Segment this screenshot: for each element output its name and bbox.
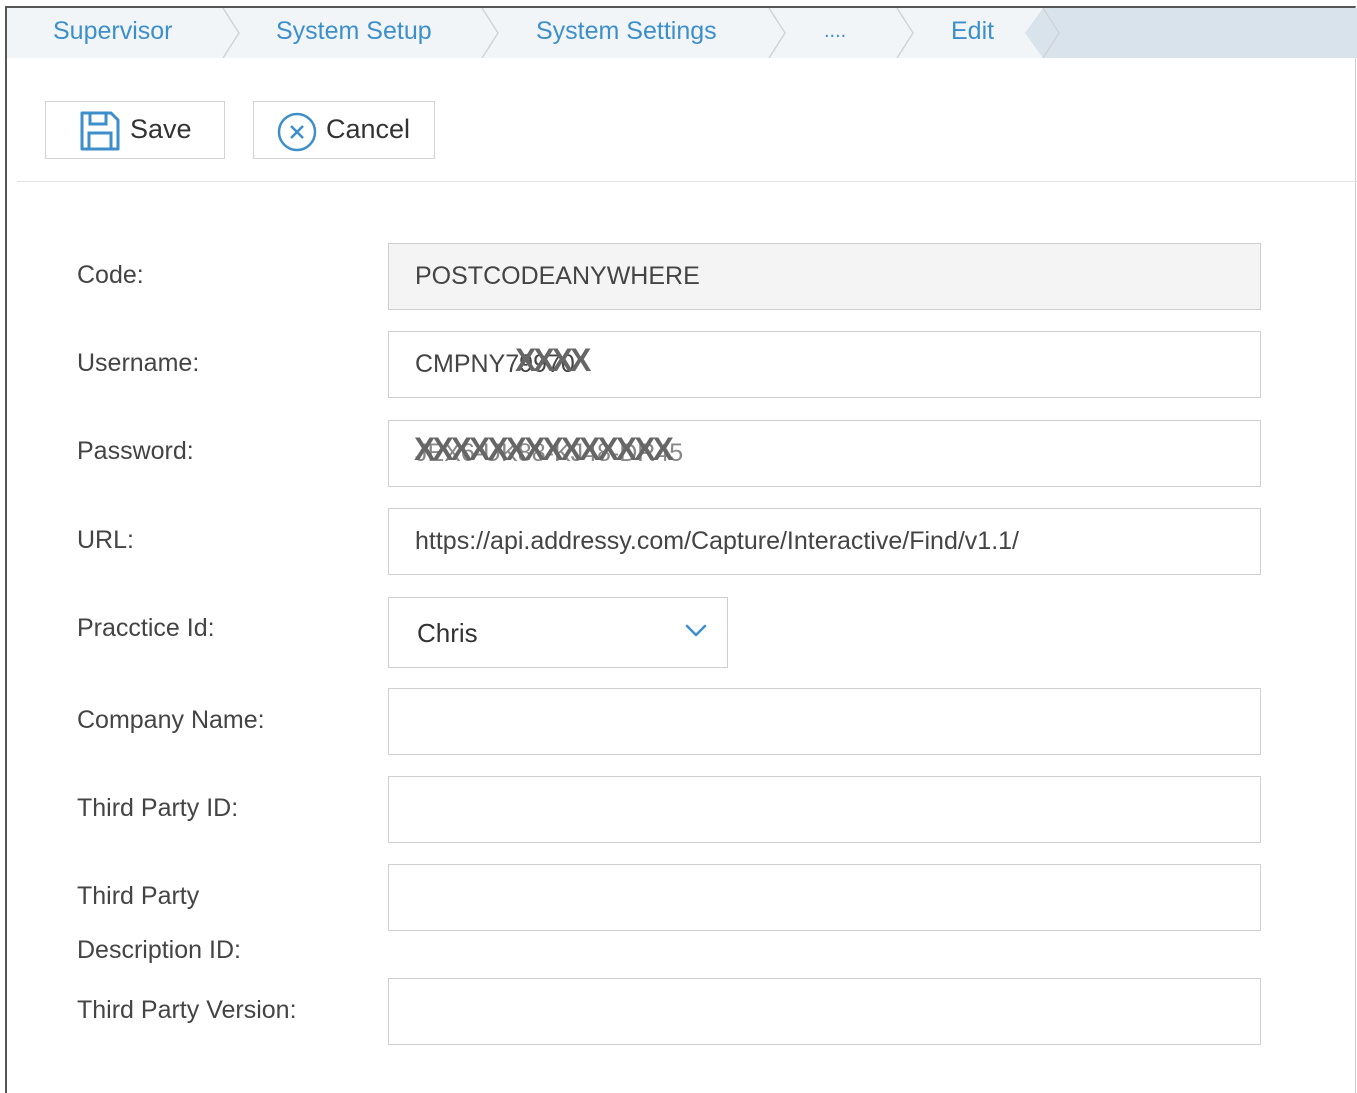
breadcrumb-ellipsis[interactable]: ....: [824, 8, 846, 58]
cancel-button[interactable]: Cancel: [253, 101, 435, 159]
third-party-version-label: Third Party Version:: [77, 996, 297, 1024]
practice-id-label: Pracctice Id:: [77, 614, 215, 642]
breadcrumb: Supervisor System Setup System Settings …: [7, 8, 1357, 58]
code-label: Code:: [77, 261, 144, 289]
company-name-field[interactable]: [388, 688, 1261, 755]
save-icon: [79, 110, 121, 159]
third-party-description-id-field[interactable]: [388, 864, 1261, 931]
cancel-button-label: Cancel: [326, 114, 411, 144]
url-field[interactable]: [388, 508, 1261, 575]
company-name-label: Company Name:: [77, 706, 265, 734]
third-party-id-label: Third Party ID:: [77, 794, 239, 822]
third-party-version-field[interactable]: [388, 978, 1261, 1045]
third-party-description-id-label-line2: Description ID:: [77, 936, 241, 964]
third-party-description-id-label-line1: Third Party: [77, 882, 200, 910]
password-field[interactable]: [388, 420, 1261, 487]
username-label: Username:: [77, 349, 200, 377]
toolbar-divider: [17, 181, 1357, 182]
third-party-id-field[interactable]: [388, 776, 1261, 843]
breadcrumb-system-settings[interactable]: System Settings: [536, 8, 717, 58]
code-field: POSTCODEANYWHERE: [388, 243, 1261, 310]
practice-id-select[interactable]: Chris: [388, 597, 728, 668]
save-button-label: Save: [130, 114, 192, 144]
url-label: URL:: [77, 526, 134, 554]
breadcrumb-supervisor[interactable]: Supervisor: [53, 8, 173, 58]
password-label: Password:: [77, 437, 194, 465]
practice-id-selected-value: Chris: [417, 618, 478, 648]
username-field[interactable]: [388, 331, 1261, 398]
save-button[interactable]: Save: [45, 101, 225, 159]
breadcrumb-edit: Edit: [951, 17, 995, 45]
chevron-down-icon: [685, 624, 707, 643]
app-frame: Supervisor System Setup System Settings …: [5, 6, 1357, 1093]
cancel-circle-icon: [276, 110, 318, 159]
breadcrumb-system-setup[interactable]: System Setup: [276, 8, 432, 58]
